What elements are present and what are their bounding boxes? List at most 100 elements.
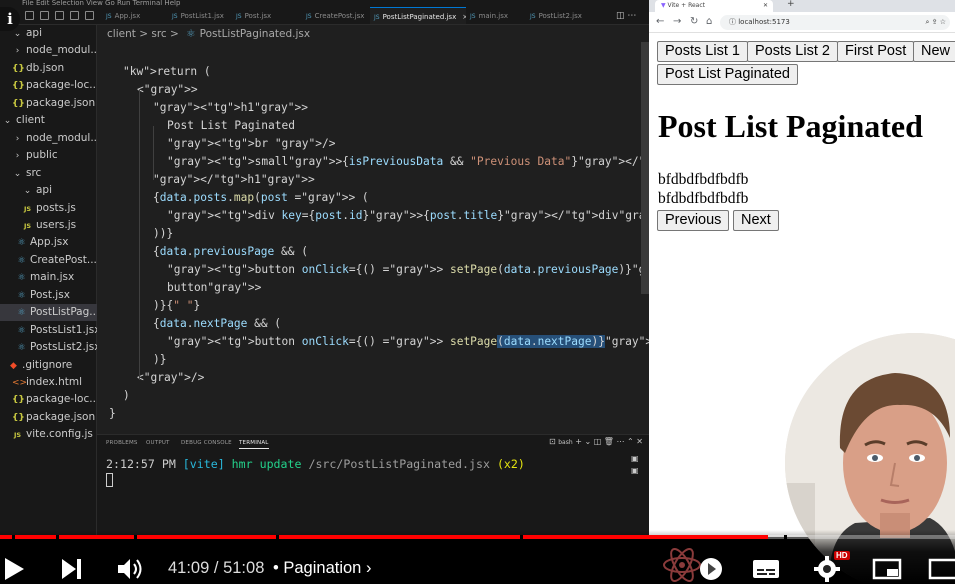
browser-tab[interactable]: ▼ Vite + React ✕ [655, 0, 773, 12]
code-line: "gray"><"tg">small"gray">>{isPreviousDat… [167, 155, 649, 168]
posts-list-1-button[interactable]: Posts List 1 [657, 41, 748, 62]
first-post-button[interactable]: First Post [837, 41, 915, 62]
terminal-instance-icon[interactable]: ▣ [631, 453, 641, 465]
next-button[interactable]: Next [733, 210, 779, 231]
shell-name: bash [558, 439, 573, 446]
zoom-icon[interactable]: ⌕ [925, 18, 929, 26]
forward-icon[interactable]: → [673, 16, 681, 27]
play-icon[interactable] [2, 556, 26, 584]
volume-icon[interactable] [116, 557, 144, 584]
breadcrumb-src[interactable]: src [151, 28, 166, 40]
explorer-item[interactable]: JS vite.config.js [0, 426, 97, 443]
browser-tab-bar: ▼ Vite + React ✕ + [649, 0, 955, 12]
explorer-item[interactable]: {}package.json [0, 409, 97, 426]
explorer-item[interactable]: › node_modul... [0, 42, 97, 59]
react-file-icon: ⚛ [17, 343, 26, 354]
tab-app[interactable]: JS App.jsx [102, 7, 168, 24]
post-list-paginated-button[interactable]: Post List Paginated [657, 64, 798, 85]
explorer-item[interactable]: ⚛ Post.jsx [0, 287, 97, 304]
autoplay-icon[interactable] [698, 557, 724, 584]
previous-button[interactable]: Previous [657, 210, 730, 231]
tab-postlist1[interactable]: JS PostList1.jsx [168, 7, 232, 24]
trash-icon[interactable]: 🗑 [604, 437, 614, 446]
explorer-item[interactable]: {}package-loc... [0, 391, 97, 408]
back-icon[interactable]: ← [656, 16, 664, 27]
time-display: 41:09 / 51:08 [168, 559, 264, 578]
explorer-item[interactable]: ⚛ PostsList2.jsx [0, 339, 97, 356]
terminal-time: 2:12:57 PM [106, 457, 176, 471]
explorer-item[interactable]: ⚛ CreatePost... [0, 252, 97, 269]
chapter-title[interactable]: • Pagination › [273, 559, 371, 578]
explorer-item-label: client [16, 114, 45, 127]
settings-icon[interactable] [814, 556, 840, 584]
explorer-item[interactable]: <>index.html [0, 374, 97, 391]
tab-debug-console[interactable]: DEBUG CONSOLE [181, 440, 232, 446]
refresh-icon[interactable] [55, 11, 64, 20]
chevron-down-icon[interactable]: ⌄ [584, 437, 591, 446]
explorer-item[interactable]: ⚛ PostsList1.jsx [0, 322, 97, 339]
collapse-icon[interactable] [70, 11, 79, 20]
explorer-item[interactable]: › node_modul... [0, 130, 97, 147]
explorer-item[interactable]: JS users.js [0, 217, 97, 234]
explorer-item-label: main.jsx [30, 271, 75, 284]
explorer-item[interactable]: ⚛ main.jsx [0, 269, 97, 286]
split-terminal-icon[interactable]: ◫ [594, 437, 602, 446]
explorer-item[interactable]: ⚛ PostListPag... [0, 304, 97, 322]
breadcrumb-file[interactable]: PostListPaginated.jsx [200, 28, 310, 40]
chevron-up-icon[interactable]: ⌃ [627, 437, 634, 446]
explorer-item[interactable]: JS posts.js [0, 200, 97, 217]
chapter-marker [56, 535, 59, 539]
react-icon: JS [106, 13, 112, 20]
toolbar-icons [22, 7, 97, 24]
explorer-item[interactable]: {}package.json [0, 95, 97, 112]
reload-icon[interactable]: ↻ [690, 16, 698, 27]
tab-postlistpaginated[interactable]: JSPostListPaginated.jsx× [370, 7, 466, 24]
tab-terminal[interactable]: TERMINAL [239, 440, 269, 449]
explorer-item[interactable]: › public [0, 147, 97, 164]
tab-post[interactable]: JS Post.jsx [232, 7, 302, 24]
close-icon[interactable]: ✕ [636, 437, 643, 446]
explorer-item[interactable]: ⌄ api [0, 182, 97, 199]
explorer-item[interactable]: ◆ .gitignore [0, 357, 97, 374]
new-post-button[interactable]: New [913, 41, 955, 62]
new-tab-icon[interactable]: + [787, 0, 795, 9]
next-icon[interactable] [60, 558, 84, 584]
new-file-icon[interactable] [25, 11, 34, 20]
chapter-label: Pagination [283, 559, 362, 577]
tab-createpost[interactable]: JS CreatePost.jsx [302, 7, 370, 24]
tab-problems[interactable]: PROBLEMS [106, 440, 138, 446]
code-line: {data.nextPage && ( [153, 317, 282, 330]
add-terminal-icon[interactable]: + [575, 437, 582, 446]
new-folder-icon[interactable] [40, 11, 49, 20]
explorer-item-label: src [26, 166, 42, 179]
explorer-item[interactable]: {}package-loc... [0, 77, 97, 94]
close-icon[interactable]: ✕ [763, 0, 768, 12]
split-editor-icon[interactable]: ◫ ⋯ [616, 11, 636, 21]
subtitles-icon[interactable] [752, 559, 780, 583]
code-editor[interactable]: "kw">return (<"gray">> "gray"><"tg">h1"gr… [97, 42, 649, 434]
info-circle-icon[interactable]: ⓘ [729, 18, 736, 26]
editor-scrollbar[interactable] [641, 42, 649, 294]
explorer-item-label: public [26, 149, 58, 162]
star-icon[interactable]: ☆ [940, 18, 946, 26]
breadcrumb-client[interactable]: client [107, 28, 136, 40]
explorer-item-label: node_modul... [26, 131, 97, 144]
explorer-item[interactable]: ⌄ client [0, 112, 97, 129]
terminal-instance-icon[interactable]: ▣ [631, 465, 641, 477]
tab-postlist2[interactable]: JS PostList2.jsx [526, 7, 606, 24]
theater-icon[interactable] [928, 558, 955, 584]
home-icon[interactable]: ⌂ [706, 16, 712, 27]
chapter-marker [134, 535, 137, 539]
menu-bar[interactable]: File Edit Selection View Go Run Terminal… [0, 0, 649, 7]
overflow-icon[interactable] [85, 11, 94, 20]
tab-main[interactable]: JS main.jsx [466, 7, 526, 24]
tab-output[interactable]: OUTPUT [146, 440, 170, 446]
posts-list-2-button[interactable]: Posts List 2 [747, 41, 838, 62]
ellipsis-icon[interactable]: ⋯ [617, 437, 625, 446]
explorer-item[interactable]: ⚛ App.jsx [0, 234, 97, 251]
address-bar[interactable]: ⓘ localhost:5173 ⌕ ⇪ ☆ [720, 15, 950, 30]
share-icon[interactable]: ⇪ [932, 18, 938, 26]
explorer-item[interactable]: {}db.json [0, 60, 97, 77]
explorer-item[interactable]: ⌄ src [0, 165, 97, 182]
miniplayer-icon[interactable] [872, 558, 902, 584]
